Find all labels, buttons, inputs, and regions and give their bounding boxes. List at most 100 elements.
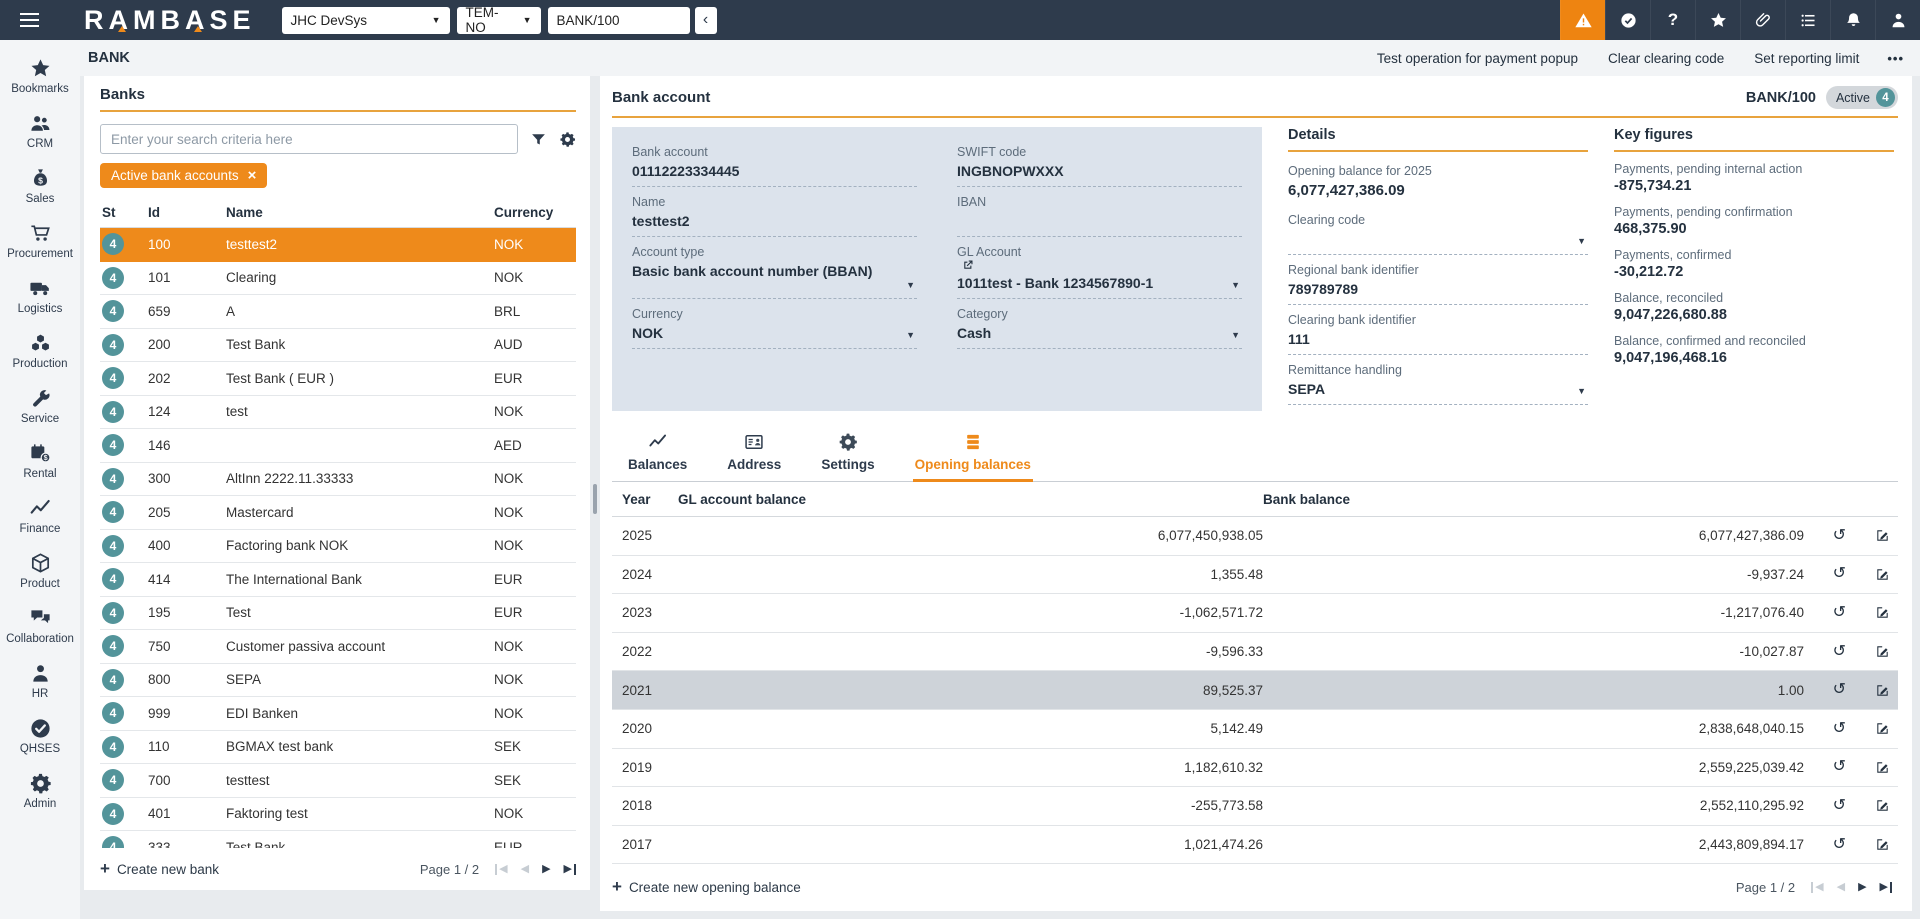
bank-row[interactable]: 4146AED — [100, 429, 576, 463]
opening-balance-row[interactable]: 20256,077,450,938.056,077,427,386.09↺ — [612, 517, 1898, 556]
create-new-bank-button[interactable]: + Create new bank — [100, 859, 219, 879]
system-select[interactable]: JHC DevSys ▼ — [282, 7, 450, 34]
sidebar-item-hr[interactable]: HR — [0, 653, 80, 708]
opening-balance-row[interactable]: 2022-9,596.33-10,027.87↺ — [612, 633, 1898, 672]
bank-account-field[interactable]: Bank account01112223334445 — [632, 137, 917, 187]
account-type-field[interactable]: Account typeBasic bank account number (B… — [632, 237, 917, 299]
gear-icon[interactable] — [559, 131, 576, 148]
question-button[interactable]: ? — [1650, 0, 1695, 40]
check-seal-button[interactable] — [1605, 0, 1650, 40]
create-new-opening-balance-button[interactable]: + Create new opening balance — [612, 877, 801, 897]
history-icon[interactable]: ↺ — [1804, 528, 1846, 544]
edit-icon[interactable] — [1846, 760, 1890, 775]
bank-row[interactable]: 4414The International BankEUR — [100, 563, 576, 597]
bank-row[interactable]: 4100testtest2NOK — [100, 228, 576, 262]
bank-row[interactable]: 4999EDI BankenNOK — [100, 697, 576, 731]
bank-row[interactable]: 4200Test BankAUD — [100, 329, 576, 363]
edit-icon[interactable] — [1846, 798, 1890, 813]
previous-page-button[interactable]: ◀ — [521, 864, 529, 875]
list-dots-button[interactable] — [1785, 0, 1830, 40]
sidebar-item-qhses[interactable]: QHSES — [0, 708, 80, 763]
sidebar-item-collaboration[interactable]: Collaboration — [0, 598, 80, 653]
iban-field[interactable]: IBAN — [957, 187, 1242, 237]
set-reporting-limit-button[interactable]: Set reporting limit — [1754, 51, 1859, 66]
opening-balance-row[interactable]: 202189,525.371.00↺ — [612, 671, 1898, 710]
edit-icon[interactable] — [1846, 644, 1890, 659]
more-actions-button[interactable]: ••• — [1887, 51, 1904, 66]
tab-balances[interactable]: Balances — [626, 427, 689, 481]
bank-row[interactable]: 4333Test BankEUR — [100, 831, 576, 848]
open-gl-account-icon[interactable] — [962, 259, 1226, 271]
star-button[interactable] — [1695, 0, 1740, 40]
opening-balance-row[interactable]: 20171,021,474.262,443,809,894.17↺ — [612, 826, 1898, 865]
bank-row[interactable]: 4659ABRL — [100, 295, 576, 329]
gl-account-field[interactable]: GL Account1011test - Bank 1234567890-1▼ — [957, 237, 1242, 299]
history-icon[interactable]: ↺ — [1804, 721, 1846, 737]
history-icon[interactable]: ↺ — [1804, 759, 1846, 775]
clear-clearing-code-button[interactable]: Clear clearing code — [1608, 51, 1724, 66]
history-icon[interactable]: ↺ — [1804, 605, 1846, 621]
paperclip-button[interactable] — [1740, 0, 1785, 40]
tab-address[interactable]: Address — [725, 427, 783, 481]
hamburger-menu-button[interactable] — [0, 13, 58, 27]
sidebar-item-rental[interactable]: $Rental — [0, 433, 80, 488]
bank-row[interactable]: 4750Customer passiva accountNOK — [100, 630, 576, 664]
collapse-search-button[interactable]: ‹ — [695, 7, 717, 34]
bank-row[interactable]: 4202Test Bank ( EUR )EUR — [100, 362, 576, 396]
locale-select[interactable]: TEM-NO ▼ — [457, 7, 541, 34]
next-page-button[interactable]: ▶ — [542, 864, 550, 875]
opening-balance-row[interactable]: 2018-255,773.582,552,110,295.92↺ — [612, 787, 1898, 826]
test-operation-for-payment-popup-button[interactable]: Test operation for payment popup — [1377, 51, 1578, 66]
currency-field[interactable]: CurrencyNOK▼ — [632, 299, 917, 349]
sidebar-item-finance[interactable]: Finance — [0, 488, 80, 543]
tab-settings[interactable]: Settings — [819, 427, 876, 481]
history-icon[interactable]: ↺ — [1804, 798, 1846, 814]
bank-row[interactable]: 4700testtestSEK — [100, 764, 576, 798]
next-page-button[interactable]: ▶ — [1858, 882, 1866, 893]
edit-icon[interactable] — [1846, 721, 1890, 736]
sidebar-item-crm[interactable]: CRM — [0, 103, 80, 158]
bank-row[interactable]: 4195TestEUR — [100, 597, 576, 631]
category-field[interactable]: CategoryCash▼ — [957, 299, 1242, 349]
global-search-input[interactable] — [548, 7, 690, 34]
edit-icon[interactable] — [1846, 605, 1890, 620]
edit-icon[interactable] — [1846, 528, 1890, 543]
bell-button[interactable] — [1830, 0, 1875, 40]
bank-row[interactable]: 4205MastercardNOK — [100, 496, 576, 530]
person-button[interactable] — [1875, 0, 1920, 40]
sidebar-item-product[interactable]: Product — [0, 543, 80, 598]
tab-opening-balances[interactable]: Opening balances — [913, 427, 1033, 481]
close-icon[interactable]: × — [248, 168, 257, 183]
sidebar-item-production[interactable]: Production — [0, 323, 80, 378]
sidebar-item-service[interactable]: Service — [0, 378, 80, 433]
active-bank-accounts-filter-chip[interactable]: Active bank accounts × — [100, 163, 267, 188]
name-field[interactable]: Nametesttest2 — [632, 187, 917, 237]
last-page-button[interactable]: ▶ — [564, 864, 576, 875]
clearing-bank-identifier-field[interactable]: Clearing bank identifier111 — [1288, 305, 1588, 355]
bank-row[interactable]: 4400Factoring bank NOKNOK — [100, 530, 576, 564]
edit-icon[interactable] — [1846, 683, 1890, 698]
opening-balance-row[interactable]: 20205,142.492,838,648,040.15↺ — [612, 710, 1898, 749]
history-icon[interactable]: ↺ — [1804, 644, 1846, 660]
sidebar-item-admin[interactable]: Admin — [0, 763, 80, 818]
remittance-handling-field[interactable]: Remittance handlingSEPA▼ — [1288, 355, 1588, 405]
swift-code-field[interactable]: SWIFT codeINGBNOPWXXX — [957, 137, 1242, 187]
history-icon[interactable]: ↺ — [1804, 682, 1846, 698]
scrollbar-thumb[interactable] — [593, 484, 597, 514]
opening-balance-row[interactable]: 20241,355.48-9,937.24↺ — [612, 556, 1898, 595]
bank-row[interactable]: 4800SEPANOK — [100, 664, 576, 698]
bank-row[interactable]: 4110BGMAX test bankSEK — [100, 731, 576, 765]
first-page-button[interactable]: ◀ — [495, 864, 507, 875]
filter-icon[interactable] — [530, 131, 547, 148]
sidebar-item-procurement[interactable]: Procurement — [0, 213, 80, 268]
regional-bank-identifier-field[interactable]: Regional bank identifier789789789 — [1288, 255, 1588, 305]
history-icon[interactable]: ↺ — [1804, 566, 1846, 582]
bank-row[interactable]: 4124testNOK — [100, 396, 576, 430]
history-icon[interactable]: ↺ — [1804, 837, 1846, 853]
sidebar-item-sales[interactable]: $Sales — [0, 158, 80, 213]
banks-search-input[interactable] — [100, 124, 518, 154]
clearing-code-field[interactable]: Clearing code ▼ — [1288, 205, 1588, 255]
opening-balance-row[interactable]: 2023-1,062,571.72-1,217,076.40↺ — [612, 594, 1898, 633]
last-page-button[interactable]: ▶ — [1880, 882, 1892, 893]
edit-icon[interactable] — [1846, 837, 1890, 852]
